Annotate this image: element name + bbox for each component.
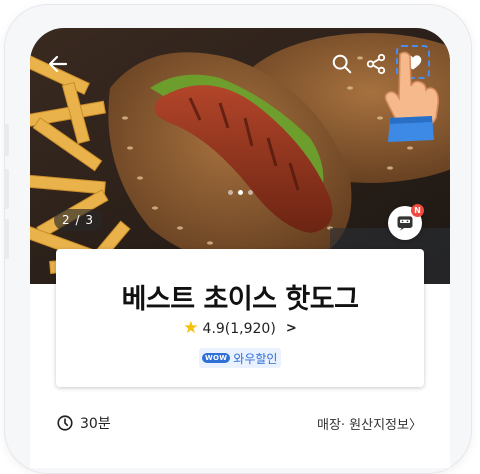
product-info-card: 베스트 초이스 핫도그 ★ 4.9 (1,920) > WOW 와우할인	[56, 249, 424, 387]
phone-side-button	[4, 169, 9, 209]
review-count: (1,920)	[224, 320, 276, 337]
star-icon: ★	[183, 318, 199, 338]
wow-pill: WOW	[202, 353, 231, 363]
phone-side-button	[4, 124, 9, 156]
back-button[interactable]	[42, 48, 74, 80]
delivery-time: 30분	[56, 413, 111, 433]
chevron-right-icon: >	[285, 321, 297, 336]
delivery-info-row: 30분 매장· 원산지정보〉	[56, 412, 422, 434]
rating-value: 4.9	[202, 320, 225, 337]
chat-icon	[397, 216, 413, 231]
delivery-time-value: 30분	[80, 416, 111, 432]
new-badge: N	[411, 204, 424, 217]
search-icon	[332, 54, 352, 74]
arrow-left-icon	[48, 55, 68, 73]
store-origin-info-label: 매장· 원산지정보	[316, 417, 409, 433]
carousel-dot[interactable]	[248, 190, 253, 195]
image-page-counter: 2 / 3	[54, 209, 102, 231]
wow-discount-label: 와우할인	[233, 351, 278, 366]
pointer-hand-icon	[380, 50, 442, 146]
rating-link[interactable]: ★ 4.9 (1,920) >	[56, 320, 424, 337]
store-origin-info-link[interactable]: 매장· 원산지정보〉	[317, 414, 422, 433]
clock-icon	[57, 415, 73, 431]
chevron-right-icon: 〉	[408, 417, 422, 433]
carousel-indicator	[228, 190, 253, 195]
wow-discount-badge: WOW 와우할인	[199, 348, 282, 368]
carousel-dot-active[interactable]	[238, 190, 243, 195]
search-button[interactable]	[326, 48, 358, 80]
product-title: 베스트 초이스 핫도그	[121, 284, 359, 315]
carousel-dot[interactable]	[228, 190, 233, 195]
phone-side-button	[4, 219, 9, 259]
